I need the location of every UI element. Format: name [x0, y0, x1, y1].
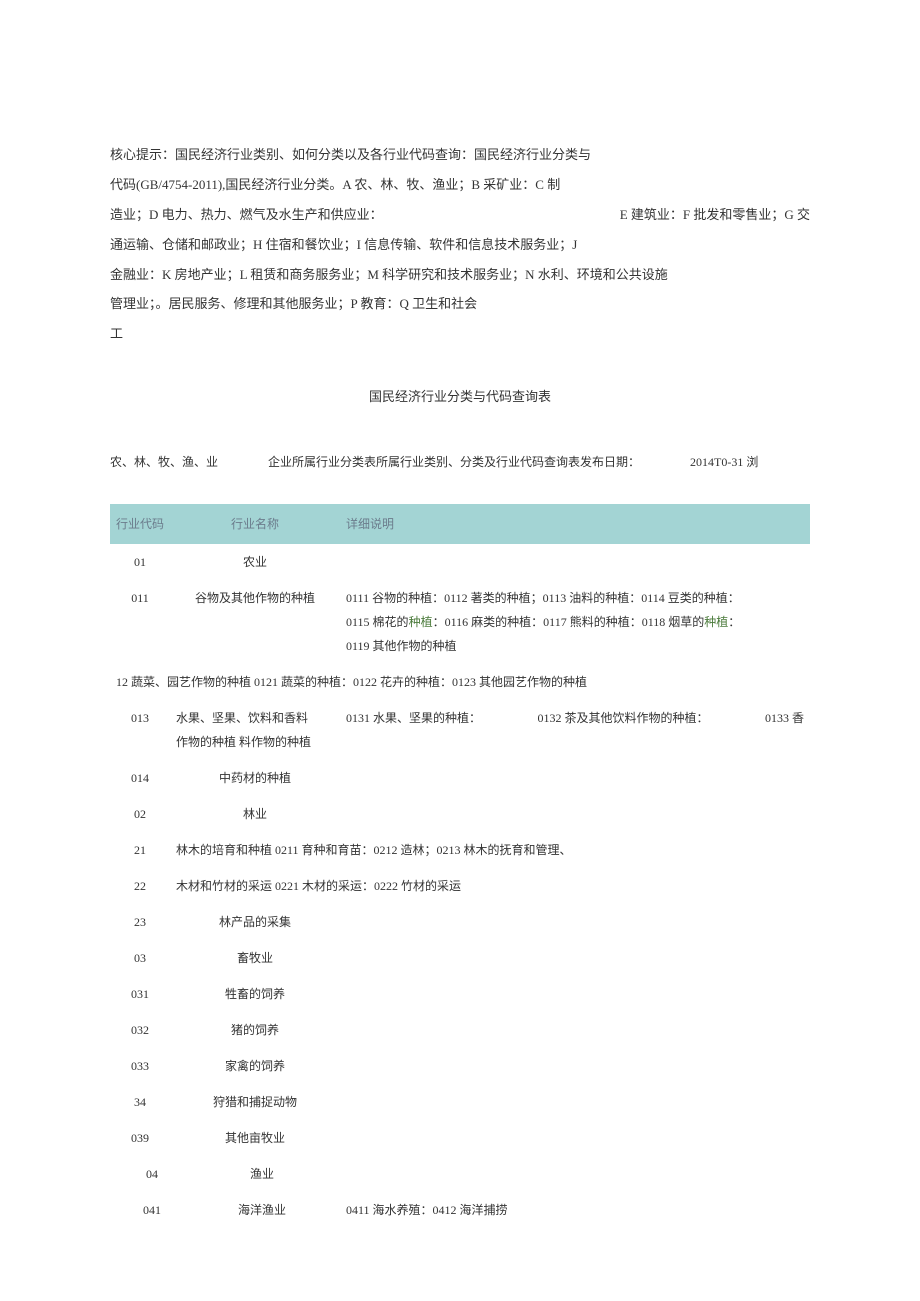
cell-code: 04: [110, 1156, 170, 1192]
table-row: 04渔业: [110, 1156, 810, 1192]
cell-name: 其他亩牧业: [170, 1120, 340, 1156]
cell-detail: [340, 544, 810, 580]
section-title: 国民经济行业分类与代码查询表: [110, 384, 810, 410]
meta-sub: 企业所属行业分类表所属行业类别、分类及行业代码查询表发布日期：: [268, 450, 640, 474]
cell-code: 032: [110, 1012, 170, 1048]
table-row: 02林业: [110, 796, 810, 832]
cell-name: 林业: [170, 796, 340, 832]
intro-line-6: 管理业；。居民服务、修理和其他服务业；P 教育：Q 卫生和社会: [110, 289, 810, 319]
table-row: 039其他亩牧业: [110, 1120, 810, 1156]
table-row: 031牲畜的饲养: [110, 976, 810, 1012]
link-text[interactable]: 种植: [409, 615, 433, 629]
cell-code: 041: [110, 1192, 170, 1228]
table-row: 033家禽的饲养: [110, 1048, 810, 1084]
table-header-row: 行业代码 行业名称 详细说明: [110, 504, 810, 544]
cell-code: 031: [110, 976, 170, 1012]
cell-code: 23: [110, 904, 170, 940]
cell-name: 中药材的种植: [170, 760, 340, 796]
cell-name: 家禽的饲养: [170, 1048, 340, 1084]
table-body: 01农业011谷物及其他作物的种植0111 谷物的种植：0112 著类的种植；0…: [110, 544, 810, 1228]
cell-code: 34: [110, 1084, 170, 1120]
cell-name: 牲畜的饲养: [170, 976, 340, 1012]
cell-name: 渔业: [170, 1156, 340, 1192]
th-detail: 详细说明: [340, 504, 810, 544]
cell-detail-line: 0119 其他作物的种植: [346, 634, 804, 658]
cell-detail: [340, 1012, 810, 1048]
cell-code: 033: [110, 1048, 170, 1084]
table-row: 014中药材的种植: [110, 760, 810, 796]
link-text[interactable]: 种植: [704, 615, 728, 629]
cell-code: 013: [110, 700, 170, 760]
cell-name: 水果、坚果、饮料和香料作物的种植 料作物的种植: [170, 700, 340, 760]
table-row: 013水果、坚果、饮料和香料作物的种植 料作物的种植0131 水果、坚果的种植：…: [110, 700, 810, 760]
industry-table: 行业代码 行业名称 详细说明 01农业011谷物及其他作物的种植0111 谷物的…: [110, 504, 810, 1228]
cell-detail-flex: 0131 水果、坚果的种植： 0132 茶及其他饮料作物的种植： 0133 香: [346, 706, 804, 730]
intro-line-1: 核心提示：国民经济行业类别、如何分类以及各行业代码查询：国民经济行业分类与: [110, 140, 810, 170]
cell-detail: 0411 海水养殖：0412 海洋捕捞: [340, 1192, 810, 1228]
intro-line-4: 通运输、仓储和邮政业；H 住宿和餐饮业；I 信息传输、软件和信息技术服务业；J: [110, 230, 810, 260]
cell-name: 木材和竹材的采运 0221 木材的采运：0222 竹材的采运: [170, 868, 810, 904]
cell-code: 014: [110, 760, 170, 796]
cell-name: 海洋渔业: [170, 1192, 340, 1228]
cell-detail: [340, 976, 810, 1012]
cell-name-line: 水果、坚果、饮料和香料: [176, 706, 334, 730]
meta-date: 2014T0-31 浏: [690, 450, 758, 474]
cell-detail: [340, 1156, 810, 1192]
table-row: 03畜牧业: [110, 940, 810, 976]
table-row: 22木材和竹材的采运 0221 木材的采运：0222 竹材的采运: [110, 868, 810, 904]
table-row: 23林产品的采集: [110, 904, 810, 940]
table-row: 34狩猎和捕捉动物: [110, 1084, 810, 1120]
cell-detail: 0131 水果、坚果的种植： 0132 茶及其他饮料作物的种植： 0133 香: [340, 700, 810, 760]
table-row: 01农业: [110, 544, 810, 580]
cell-code: 01: [110, 544, 170, 580]
intro-line-5: 金融业：K 房地产业；L 租赁和商务服务业；M 科学研究和技术服务业；N 水利、…: [110, 260, 810, 290]
intro-line-7: 工: [110, 319, 810, 349]
intro-paragraph: 核心提示：国民经济行业类别、如何分类以及各行业代码查询：国民经济行业分类与 代码…: [110, 140, 810, 349]
cell-detail: [340, 760, 810, 796]
intro-line-3-left: 造业；D 电力、热力、燃气及水生产和供应业：: [110, 200, 383, 230]
cell-name: 畜牧业: [170, 940, 340, 976]
cell-detail: [340, 1120, 810, 1156]
cell-name-line: 作物的种植 料作物的种植: [176, 730, 334, 754]
cell-name: 林产品的采集: [170, 904, 340, 940]
cell-detail-part: 0131 水果、坚果的种植：: [346, 706, 481, 730]
cell-code: 22: [110, 868, 170, 904]
cell-name: 谷物及其他作物的种植: [170, 580, 340, 664]
cell-detail-line: 0111 谷物的种植：0112 著类的种植；0113 油料的种植：0114 豆类…: [346, 586, 804, 610]
cell-code: 011: [110, 580, 170, 664]
cell-name: 狩猎和捕捉动物: [170, 1084, 340, 1120]
cell-code: 039: [110, 1120, 170, 1156]
cell-detail-part: 0132 茶及其他饮料作物的种植：: [537, 706, 708, 730]
table-row: 12 蔬菜、园艺作物的种植 0121 蔬菜的种植：0122 花卉的种植：0123…: [110, 664, 810, 700]
cell-detail: [340, 1048, 810, 1084]
cell-detail: 0111 谷物的种植：0112 著类的种植；0113 油料的种植：0114 豆类…: [340, 580, 810, 664]
cell-name: 猪的饲养: [170, 1012, 340, 1048]
cell-detail: [340, 796, 810, 832]
cell-detail: [340, 904, 810, 940]
th-name: 行业名称: [170, 504, 340, 544]
table-row: 21林木的培育和种植 0211 育种和育苗：0212 造林；0213 林木的抚育…: [110, 832, 810, 868]
intro-line-3: 造业；D 电力、热力、燃气及水生产和供应业： E 建筑业：F 批发和零售业；G …: [110, 200, 810, 230]
cell-name: 农业: [170, 544, 340, 580]
cell-name: 林木的培育和种植 0211 育种和育苗：0212 造林；0213 林木的抚育和管…: [170, 832, 810, 868]
meta-row: 农、林、牧、渔、业 企业所属行业分类表所属行业类别、分类及行业代码查询表发布日期…: [110, 450, 810, 474]
intro-line-3-right: E 建筑业：F 批发和零售业；G 交: [620, 200, 810, 230]
cell-code: 21: [110, 832, 170, 868]
cell-detail-line: 0115 棉花的种植：0116 麻类的种植：0117 熊料的种植：0118 烟草…: [346, 610, 804, 634]
cell-detail: [340, 1084, 810, 1120]
cell-code: 03: [110, 940, 170, 976]
table-row: 041海洋渔业0411 海水养殖：0412 海洋捕捞: [110, 1192, 810, 1228]
table-row: 032猪的饲养: [110, 1012, 810, 1048]
table-row: 011谷物及其他作物的种植0111 谷物的种植：0112 著类的种植；0113 …: [110, 580, 810, 664]
meta-category: 农、林、牧、渔、业: [110, 450, 218, 474]
cell-detail: [340, 940, 810, 976]
cell-code: 02: [110, 796, 170, 832]
intro-line-2: 代码(GB/4754-2011),国民经济行业分类。A 农、林、牧、渔业；B 采…: [110, 170, 810, 200]
cell-span: 12 蔬菜、园艺作物的种植 0121 蔬菜的种植：0122 花卉的种植：0123…: [110, 664, 810, 700]
th-code: 行业代码: [110, 504, 170, 544]
cell-detail-part: 0133 香: [765, 706, 804, 730]
